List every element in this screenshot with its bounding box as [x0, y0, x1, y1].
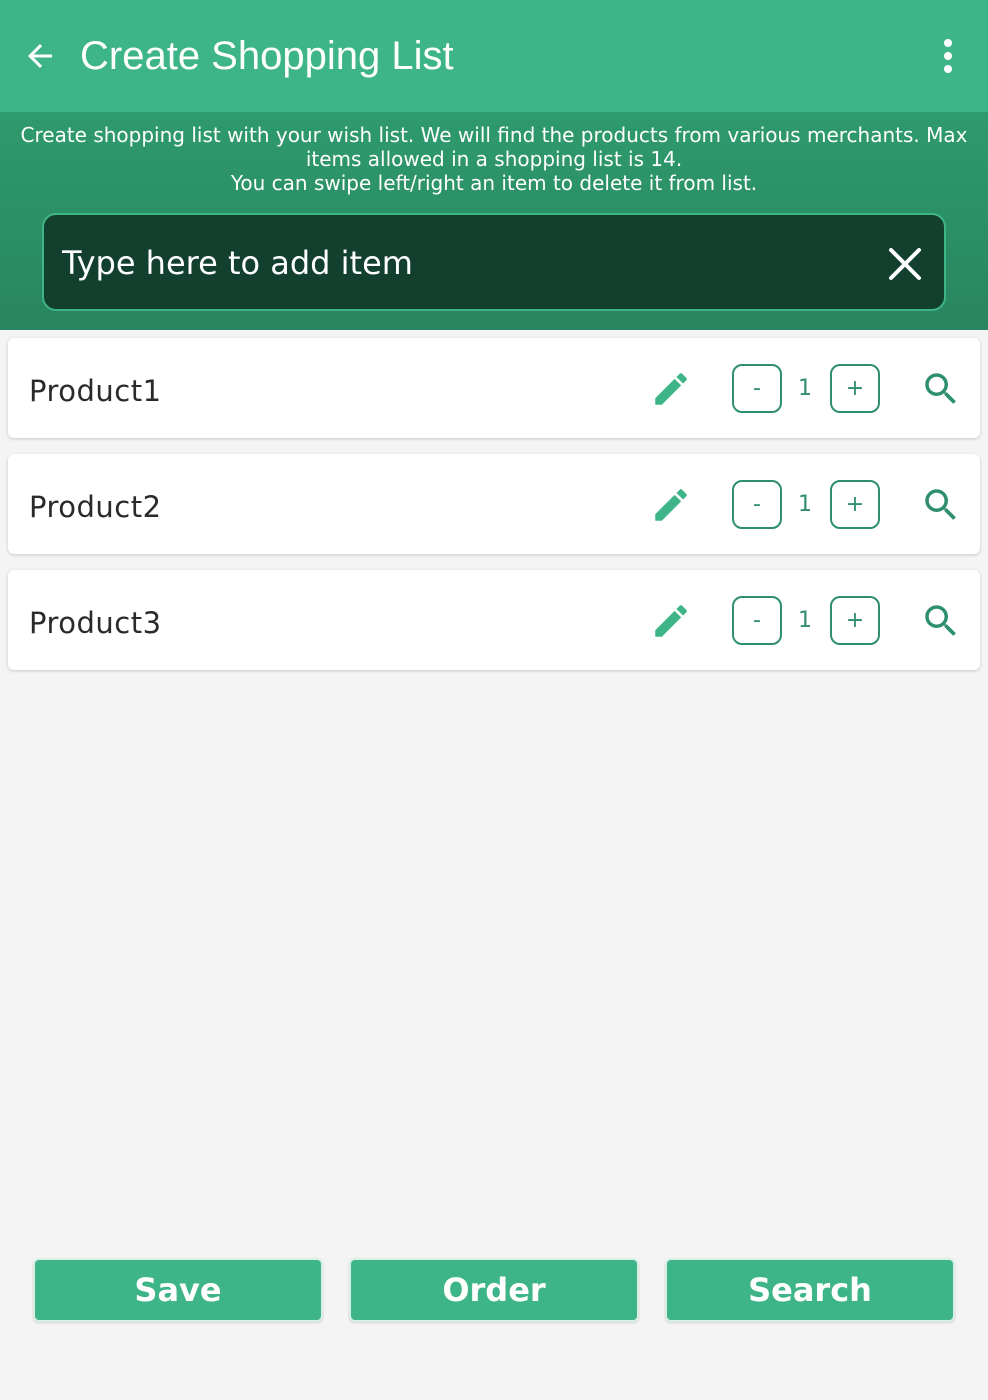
list-item[interactable]: Product3 - 1 + [8, 570, 980, 670]
search-button[interactable]: Search [665, 1258, 955, 1322]
shopping-list: Product1 - 1 + Product2 - 1 + Product3 -… [8, 338, 980, 686]
info-line-1: Create shopping list with your wish list… [20, 123, 968, 171]
find-item-button[interactable] [918, 482, 964, 528]
add-item-box [42, 213, 946, 311]
save-button[interactable]: Save [33, 1258, 323, 1322]
more-vertical-icon [944, 39, 952, 73]
info-panel: Create shopping list with your wish list… [0, 112, 988, 330]
edit-button[interactable] [648, 482, 694, 528]
decrease-qty-button[interactable]: - [732, 364, 782, 413]
quantity-value: 1 [798, 492, 812, 517]
close-icon [889, 248, 921, 280]
quantity-value: 1 [798, 376, 812, 401]
edit-button[interactable] [648, 366, 694, 412]
info-text: Create shopping list with your wish list… [20, 123, 968, 195]
quantity-value: 1 [798, 608, 812, 633]
order-button[interactable]: Order [349, 1258, 639, 1322]
page-title: Create Shopping List [80, 34, 454, 78]
list-item[interactable]: Product1 - 1 + [8, 338, 980, 438]
search-icon [925, 489, 956, 520]
decrease-qty-button[interactable]: - [732, 596, 782, 645]
list-item[interactable]: Product2 - 1 + [8, 454, 980, 554]
search-icon [925, 605, 956, 636]
pencil-icon [655, 489, 687, 521]
back-button[interactable] [20, 36, 60, 76]
item-name: Product1 [29, 374, 162, 408]
item-name: Product3 [29, 606, 162, 640]
increase-qty-button[interactable]: + [830, 480, 880, 529]
edit-button[interactable] [648, 598, 694, 644]
add-item-input[interactable] [62, 235, 862, 291]
more-options-button[interactable] [928, 36, 968, 76]
arrow-left-icon [28, 44, 52, 68]
pencil-icon [655, 373, 687, 405]
find-item-button[interactable] [918, 366, 964, 412]
pencil-icon [655, 605, 687, 637]
increase-qty-button[interactable]: + [830, 364, 880, 413]
find-item-button[interactable] [918, 598, 964, 644]
decrease-qty-button[interactable]: - [732, 480, 782, 529]
search-icon [925, 373, 956, 404]
info-line-2: You can swipe left/right an item to dele… [230, 171, 758, 195]
clear-input-button[interactable] [882, 241, 928, 287]
increase-qty-button[interactable]: + [830, 596, 880, 645]
app-bar: Create Shopping List [0, 0, 988, 112]
item-name: Product2 [29, 490, 162, 524]
